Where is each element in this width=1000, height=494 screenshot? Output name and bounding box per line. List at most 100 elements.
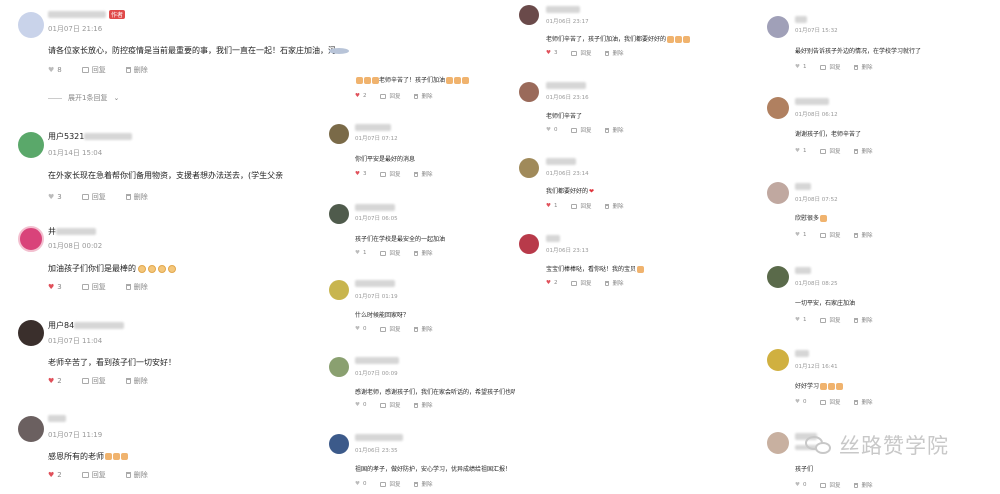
delete-button[interactable]: 删除 <box>605 126 623 134</box>
delete-button[interactable]: 删除 <box>414 249 432 257</box>
delete-button[interactable]: 删除 <box>414 325 432 333</box>
like-button[interactable]: ♥ 2 <box>546 280 557 286</box>
like-button[interactable]: ♥ 3 <box>546 50 557 56</box>
like-button[interactable]: ♥ 2 <box>48 471 62 479</box>
username <box>546 6 580 13</box>
reply-icon <box>571 280 578 286</box>
like-button[interactable]: ♥ 0 <box>355 326 366 332</box>
reply-button[interactable]: 回复 <box>81 65 106 75</box>
delete-button[interactable]: 删除 <box>414 170 432 178</box>
like-button[interactable]: ♥ 1 <box>795 317 806 323</box>
delete-button[interactable]: 删除 <box>854 316 872 324</box>
delete-button[interactable]: 删除 <box>125 192 148 202</box>
like-button[interactable]: ♥ 0 <box>795 399 806 405</box>
avatar[interactable] <box>18 226 44 252</box>
like-button[interactable]: ♥ 3 <box>48 193 62 201</box>
reply-button[interactable]: 回复 <box>81 192 106 202</box>
expand-replies-button[interactable]: 展开1条回复 ⌄ <box>48 93 119 103</box>
delete-button[interactable]: 删除 <box>854 481 872 489</box>
comment-actions: ♥ 3 回复 删除 <box>48 282 148 292</box>
avatar[interactable] <box>767 432 789 454</box>
delete-button[interactable]: 删除 <box>605 49 623 57</box>
like-button[interactable]: ♥ 0 <box>795 482 806 488</box>
avatar[interactable] <box>767 16 789 38</box>
delete-button[interactable]: 删除 <box>854 398 872 406</box>
avatar[interactable] <box>519 234 539 254</box>
reply-button[interactable]: 回复 <box>820 398 840 406</box>
avatar[interactable] <box>329 280 349 300</box>
reply-button[interactable]: 回复 <box>380 480 400 488</box>
timestamp: 01月08日 07:52 <box>795 197 838 203</box>
avatar[interactable] <box>519 82 539 102</box>
reply-button[interactable]: 回复 <box>820 63 840 71</box>
reply-button[interactable]: 回复 <box>380 170 400 178</box>
like-button[interactable]: ♥ 1 <box>795 64 806 70</box>
like-button[interactable]: ♥ 8 <box>48 66 62 74</box>
reply-button[interactable]: 回复 <box>81 282 106 292</box>
avatar[interactable] <box>329 48 349 54</box>
avatar[interactable] <box>329 434 349 454</box>
comment-text: 感谢老师，感谢孩子们，我们在家会听话的，希望孩子们也听老师话，好好学习，我们一起… <box>355 389 515 396</box>
reply-button[interactable]: 回复 <box>820 231 840 239</box>
delete-button[interactable]: 删除 <box>414 480 432 488</box>
username <box>795 350 809 357</box>
reply-button[interactable]: 回复 <box>380 249 400 257</box>
reply-button[interactable]: 回复 <box>380 401 400 409</box>
avatar[interactable] <box>767 97 789 119</box>
delete-button[interactable]: 删除 <box>854 147 872 155</box>
reply-button[interactable]: 回复 <box>571 126 591 134</box>
trash-icon <box>125 67 131 73</box>
like-button[interactable]: ♥ 1 <box>795 148 806 154</box>
reply-button[interactable]: 回复 <box>820 481 840 489</box>
avatar[interactable] <box>329 204 349 224</box>
like-button[interactable]: ♥ 2 <box>48 377 62 385</box>
reply-button[interactable]: 回复 <box>571 49 591 57</box>
praying-hands-emoji <box>454 77 462 84</box>
like-button[interactable]: ♥ 0 <box>546 127 557 133</box>
reply-button[interactable]: 回复 <box>81 470 106 480</box>
like-button[interactable]: ♥ 1 <box>795 232 806 238</box>
like-button[interactable]: ♥ 3 <box>355 171 366 177</box>
comment-actions: ♥ 2 回复 删除 <box>546 279 623 287</box>
like-button[interactable]: ♥ 1 <box>546 203 557 209</box>
avatar[interactable] <box>18 320 44 346</box>
avatar[interactable] <box>767 182 789 204</box>
like-button[interactable]: ♥ 0 <box>355 402 366 408</box>
delete-button[interactable]: 删除 <box>125 65 148 75</box>
delete-button[interactable]: 删除 <box>125 470 148 480</box>
avatar[interactable] <box>18 416 44 442</box>
delete-button[interactable]: 删除 <box>605 202 623 210</box>
delete-button[interactable]: 删除 <box>605 279 623 287</box>
trash-icon <box>125 378 131 384</box>
trash-icon <box>854 148 859 154</box>
delete-button[interactable]: 删除 <box>854 231 872 239</box>
avatar[interactable] <box>767 266 789 288</box>
reply-button[interactable]: 回复 <box>380 325 400 333</box>
avatar[interactable] <box>329 357 349 377</box>
delete-button[interactable]: 删除 <box>414 401 432 409</box>
like-button[interactable]: ♥ 0 <box>355 481 366 487</box>
like-button[interactable]: ♥ 1 <box>355 250 366 256</box>
delete-button[interactable]: 删除 <box>125 376 148 386</box>
avatar[interactable] <box>519 158 539 178</box>
reply-button[interactable]: 回复 <box>571 279 591 287</box>
reply-button[interactable]: 回复 <box>820 316 840 324</box>
avatar[interactable] <box>767 349 789 371</box>
username <box>355 434 403 441</box>
reply-button[interactable]: 回复 <box>571 202 591 210</box>
comment-actions: ♥ 3 回复 删除 <box>48 192 148 202</box>
delete-button[interactable]: 删除 <box>414 92 432 100</box>
avatar[interactable] <box>329 124 349 144</box>
avatar[interactable] <box>18 132 44 158</box>
avatar[interactable] <box>18 12 44 38</box>
like-button[interactable]: ♥ 3 <box>48 283 62 291</box>
timestamp: 01月06日 23:13 <box>546 248 589 254</box>
delete-button[interactable]: 删除 <box>125 282 148 292</box>
reply-button[interactable]: 回复 <box>380 92 400 100</box>
comment-actions: ♥ 0 回复 删除 <box>355 480 432 488</box>
delete-button[interactable]: 删除 <box>854 63 872 71</box>
avatar[interactable] <box>519 5 539 25</box>
like-button[interactable]: ♥ 2 <box>355 93 366 99</box>
reply-button[interactable]: 回复 <box>820 147 840 155</box>
reply-button[interactable]: 回复 <box>81 376 106 386</box>
